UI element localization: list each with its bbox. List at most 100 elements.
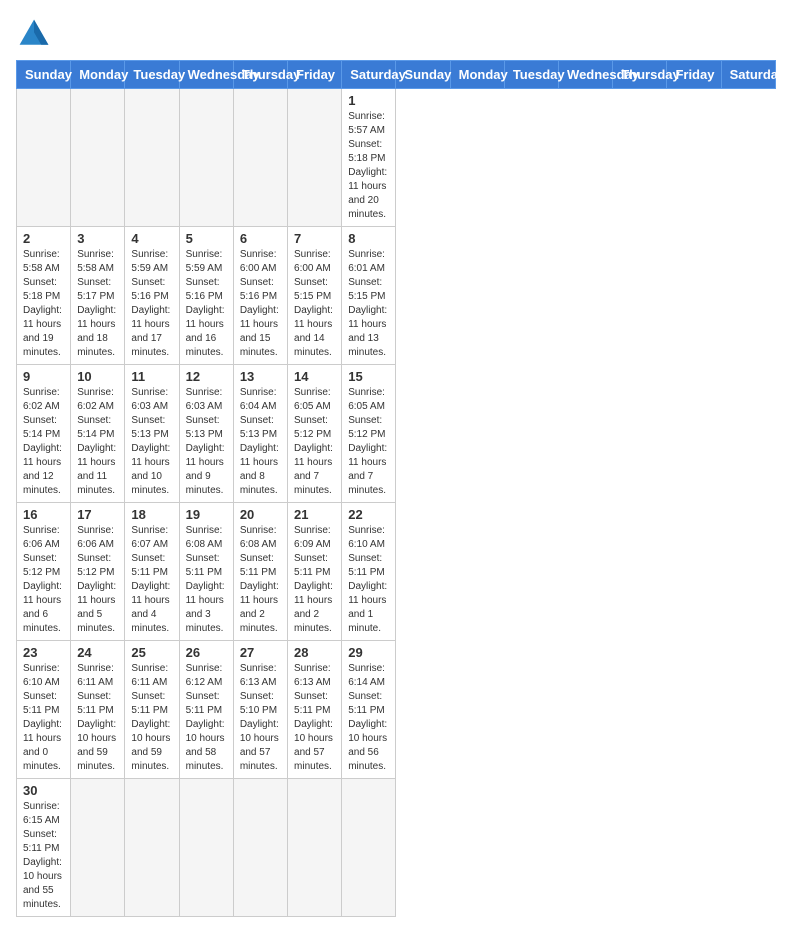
day-info: Sunrise: 5:57 AMSunset: 5:18 PMDaylight:… (348, 110, 389, 222)
calendar-cell: 17Sunrise: 6:06 AMSunset: 5:12 PMDayligh… (71, 503, 125, 641)
day-info: Sunrise: 6:12 AMSunset: 5:11 PMDaylight:… (186, 662, 227, 774)
calendar-cell: 5 Sunrise: 5:59 AMSunset: 5:16 PMDaylight… (179, 227, 233, 365)
calendar-cell (17, 89, 71, 227)
day-header-saturday: Saturday (721, 61, 775, 89)
calendar-cell: 4 Sunrise: 5:59 AMSunset: 5:16 PMDaylight… (125, 227, 179, 365)
calendar-week-2: 9 Sunrise: 6:02 AMSunset: 5:14 PMDaylight… (17, 365, 776, 503)
calendar-cell: 9Sunrise: 6:02 AMSunset: 5:14 PMDaylight… (17, 365, 71, 503)
calendar-cell (71, 89, 125, 227)
day-number: 12 (186, 369, 227, 384)
day-info: Sunrise: 6:04 AMSunset: 5:13 PMDaylight:… (240, 386, 281, 498)
day-number: 29 (348, 645, 389, 660)
calendar-cell: 15 Sunrise: 6:05 AMSunset: 5:12 PMDayligh… (342, 365, 396, 503)
page-header (16, 16, 776, 52)
day-number: 24 (77, 645, 118, 660)
calendar-cell: 29Sunrise: 6:14 AMSunset: 5:11 PMDayligh… (342, 641, 396, 779)
day-info: Sunrise: 6:05 AMSunset: 5:12 PMDaylight:… (294, 386, 335, 498)
day-info: Sunrise: 6:03 AMSunset: 5:13 PMDaylight:… (131, 386, 172, 498)
calendar-cell (288, 89, 342, 227)
calendar-cell: 22Sunrise: 6:10 AMSunset: 5:11 PMDayligh… (342, 503, 396, 641)
day-info: Sunrise: 5:58 AMSunset: 5:18 PMDaylight:… (23, 248, 64, 360)
header-row: SundayMondayTuesdayWednesdayThursdayFrid… (17, 61, 776, 89)
day-number: 4 (131, 231, 172, 246)
day-info: Sunrise: 6:05 AMSunset: 5:12 PMDaylight:… (348, 386, 389, 498)
day-info: Sunrise: 6:13 AMSunset: 5:10 PMDaylight:… (240, 662, 281, 774)
day-header-sunday: Sunday (17, 61, 71, 89)
day-info: Sunrise: 5:59 AMSunset: 5:16 PMDaylight:… (131, 248, 172, 360)
calendar-cell: 2 Sunrise: 5:58 AMSunset: 5:18 PMDaylight… (17, 227, 71, 365)
calendar-header: SundayMondayTuesdayWednesdayThursdayFrid… (17, 61, 776, 89)
calendar-week-4: 23Sunrise: 6:10 AMSunset: 5:11 PMDayligh… (17, 641, 776, 779)
calendar-cell (179, 779, 233, 917)
day-info: Sunrise: 6:10 AMSunset: 5:11 PMDaylight:… (348, 524, 389, 636)
day-number: 20 (240, 507, 281, 522)
calendar-cell: 20Sunrise: 6:08 AMSunset: 5:11 PMDayligh… (233, 503, 287, 641)
day-header-friday: Friday (667, 61, 721, 89)
logo-icon (16, 16, 52, 52)
day-header-tuesday: Tuesday (125, 61, 179, 89)
calendar-cell (125, 89, 179, 227)
day-number: 15 (348, 369, 389, 384)
day-info: Sunrise: 6:00 AMSunset: 5:15 PMDaylight:… (294, 248, 335, 360)
day-number: 5 (186, 231, 227, 246)
calendar-cell (233, 779, 287, 917)
calendar-cell: 11 Sunrise: 6:03 AMSunset: 5:13 PMDayligh… (125, 365, 179, 503)
day-header-saturday: Saturday (342, 61, 396, 89)
calendar-cell: 24 Sunrise: 6:11 AMSunset: 5:11 PMDayligh… (71, 641, 125, 779)
calendar-cell: 19Sunrise: 6:08 AMSunset: 5:11 PMDayligh… (179, 503, 233, 641)
calendar-cell: 8 Sunrise: 6:01 AMSunset: 5:15 PMDaylight… (342, 227, 396, 365)
day-number: 23 (23, 645, 64, 660)
day-info: Sunrise: 6:15 AMSunset: 5:11 PMDaylight:… (23, 800, 64, 912)
calendar-cell: 27 Sunrise: 6:13 AMSunset: 5:10 PMDayligh… (233, 641, 287, 779)
calendar-cell: 3Sunrise: 5:58 AMSunset: 5:17 PMDaylight… (71, 227, 125, 365)
day-number: 1 (348, 93, 389, 108)
day-info: Sunrise: 6:11 AMSunset: 5:11 PMDaylight:… (77, 662, 118, 774)
day-header-wednesday: Wednesday (179, 61, 233, 89)
calendar-cell (71, 779, 125, 917)
calendar-cell: 30 Sunrise: 6:15 AMSunset: 5:11 PMDayligh… (17, 779, 71, 917)
calendar-cell: 23Sunrise: 6:10 AMSunset: 5:11 PMDayligh… (17, 641, 71, 779)
day-number: 13 (240, 369, 281, 384)
day-info: Sunrise: 6:06 AMSunset: 5:12 PMDaylight:… (77, 524, 118, 636)
day-number: 26 (186, 645, 227, 660)
day-header-sunday: Sunday (396, 61, 450, 89)
day-info: Sunrise: 6:00 AMSunset: 5:16 PMDaylight:… (240, 248, 281, 360)
day-info: Sunrise: 6:02 AMSunset: 5:14 PMDaylight:… (77, 386, 118, 498)
calendar-week-0: 1 Sunrise: 5:57 AMSunset: 5:18 PMDaylight… (17, 89, 776, 227)
calendar-cell (125, 779, 179, 917)
day-number: 30 (23, 783, 64, 798)
calendar-cell: 16Sunrise: 6:06 AMSunset: 5:12 PMDayligh… (17, 503, 71, 641)
day-header-friday: Friday (288, 61, 342, 89)
day-info: Sunrise: 5:59 AMSunset: 5:16 PMDaylight:… (186, 248, 227, 360)
calendar-cell (179, 89, 233, 227)
day-number: 2 (23, 231, 64, 246)
calendar-cell (342, 779, 396, 917)
day-info: Sunrise: 6:11 AMSunset: 5:11 PMDaylight:… (131, 662, 172, 774)
day-number: 27 (240, 645, 281, 660)
calendar-cell: 25Sunrise: 6:11 AMSunset: 5:11 PMDayligh… (125, 641, 179, 779)
calendar-week-1: 2 Sunrise: 5:58 AMSunset: 5:18 PMDaylight… (17, 227, 776, 365)
day-header-monday: Monday (450, 61, 504, 89)
day-info: Sunrise: 6:01 AMSunset: 5:15 PMDaylight:… (348, 248, 389, 360)
calendar-cell: 12Sunrise: 6:03 AMSunset: 5:13 PMDayligh… (179, 365, 233, 503)
calendar-cell (288, 779, 342, 917)
day-number: 28 (294, 645, 335, 660)
calendar-week-3: 16Sunrise: 6:06 AMSunset: 5:12 PMDayligh… (17, 503, 776, 641)
calendar-cell: 26 Sunrise: 6:12 AMSunset: 5:11 PMDayligh… (179, 641, 233, 779)
day-number: 9 (23, 369, 64, 384)
day-number: 18 (131, 507, 172, 522)
day-number: 11 (131, 369, 172, 384)
day-number: 8 (348, 231, 389, 246)
day-header-tuesday: Tuesday (504, 61, 558, 89)
day-number: 21 (294, 507, 335, 522)
day-number: 7 (294, 231, 335, 246)
calendar-cell: 7 Sunrise: 6:00 AMSunset: 5:15 PMDaylight… (288, 227, 342, 365)
day-header-thursday: Thursday (233, 61, 287, 89)
day-header-monday: Monday (71, 61, 125, 89)
day-number: 14 (294, 369, 335, 384)
day-info: Sunrise: 6:06 AMSunset: 5:12 PMDaylight:… (23, 524, 64, 636)
day-info: Sunrise: 6:07 AMSunset: 5:11 PMDaylight:… (131, 524, 172, 636)
calendar-cell: 1 Sunrise: 5:57 AMSunset: 5:18 PMDaylight… (342, 89, 396, 227)
calendar-cell: 10Sunrise: 6:02 AMSunset: 5:14 PMDayligh… (71, 365, 125, 503)
calendar-cell: 28Sunrise: 6:13 AMSunset: 5:11 PMDayligh… (288, 641, 342, 779)
